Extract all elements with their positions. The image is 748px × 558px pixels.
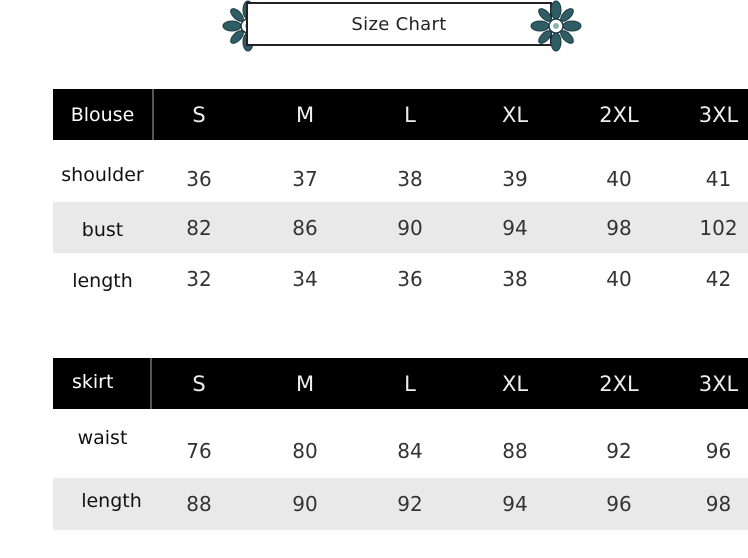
table-cell: 96 bbox=[606, 492, 632, 516]
row-label: waist bbox=[77, 427, 128, 449]
skirt-header-row: skirt S M L XL 2XL 3XL bbox=[53, 358, 748, 409]
table-cell: 92 bbox=[606, 438, 632, 463]
table-cell: 88 bbox=[502, 438, 528, 463]
table-cell: 90 bbox=[397, 215, 423, 240]
table-row: bust 82 86 90 94 98 102 bbox=[53, 202, 748, 253]
table-cell: 102 bbox=[699, 215, 738, 240]
table-cell: 32 bbox=[186, 267, 212, 291]
row-label: shoulder bbox=[61, 164, 144, 186]
size-header: 3XL bbox=[698, 371, 739, 396]
size-header: 2XL bbox=[599, 371, 639, 396]
table-cell: 38 bbox=[502, 267, 528, 291]
table-cell: 84 bbox=[397, 438, 423, 463]
size-header: L bbox=[404, 371, 416, 396]
table-cell: 90 bbox=[292, 492, 318, 516]
table-cell: 40 bbox=[606, 267, 632, 291]
page-title: Size Chart bbox=[351, 13, 447, 35]
flower-ornament-icon bbox=[530, 0, 582, 52]
skirt-size-table: skirt S M L XL 2XL 3XL waist 76 80 84 88… bbox=[53, 358, 748, 530]
size-header: M bbox=[295, 371, 315, 396]
table-cell: 41 bbox=[705, 167, 732, 191]
table-cell: 39 bbox=[502, 167, 528, 191]
table-cell: 76 bbox=[186, 438, 212, 463]
size-header: XL bbox=[501, 371, 529, 396]
table-row: length 88 90 92 94 96 98 bbox=[53, 478, 748, 530]
table-cell: 82 bbox=[186, 215, 212, 240]
size-header: L bbox=[404, 102, 416, 127]
table-cell: 88 bbox=[186, 492, 212, 516]
row-label: length bbox=[72, 270, 133, 292]
table-cell: 36 bbox=[397, 267, 423, 291]
row-label: length bbox=[81, 490, 142, 512]
table-row: waist 76 80 84 88 92 96 bbox=[53, 409, 748, 478]
size-header: S bbox=[192, 102, 206, 127]
size-header: M bbox=[295, 102, 315, 127]
table-cell: 38 bbox=[397, 167, 423, 191]
skirt-table-name: skirt bbox=[53, 358, 152, 409]
blouse-table-name: Blouse bbox=[53, 89, 154, 140]
table-cell: 40 bbox=[606, 167, 632, 191]
table-cell: 34 bbox=[292, 267, 318, 291]
table-cell: 92 bbox=[397, 492, 423, 516]
table-cell: 80 bbox=[292, 438, 318, 463]
blouse-header-row: Blouse S M L XL 2XL 3XL bbox=[53, 89, 748, 140]
table-cell: 96 bbox=[705, 438, 732, 463]
table-row: shoulder 36 37 38 39 40 41 bbox=[53, 140, 748, 202]
table-cell: 37 bbox=[292, 167, 318, 191]
size-header: 3XL bbox=[698, 102, 739, 127]
row-label: bust bbox=[81, 218, 124, 241]
table-cell: 98 bbox=[606, 215, 632, 240]
table-cell: 98 bbox=[705, 492, 732, 516]
table-cell: 42 bbox=[705, 267, 732, 291]
table-cell: 94 bbox=[502, 492, 528, 516]
table-cell: 94 bbox=[502, 215, 528, 240]
table-cell: 86 bbox=[292, 215, 318, 240]
table-cell: 36 bbox=[186, 167, 212, 191]
size-header: XL bbox=[501, 102, 529, 127]
size-header: 2XL bbox=[599, 102, 639, 127]
size-chart-banner: Size Chart bbox=[246, 2, 552, 46]
table-row: length 32 34 36 38 40 42 bbox=[53, 253, 748, 311]
blouse-size-table: Blouse S M L XL 2XL 3XL shoulder 36 37 3… bbox=[53, 89, 748, 311]
size-header: S bbox=[192, 371, 206, 396]
